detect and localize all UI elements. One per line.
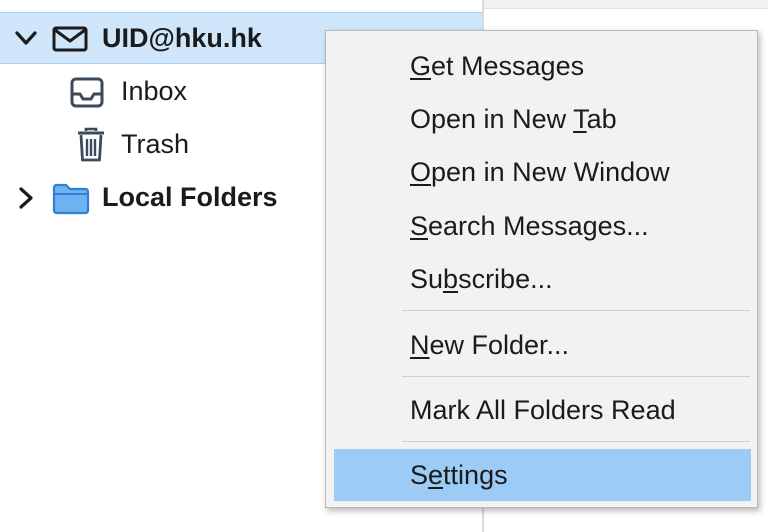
menu-item-label: Open in New Window: [410, 156, 670, 187]
menu-item-label: Subscribe...: [410, 263, 553, 294]
menu-item-new-folder[interactable]: New Folder...: [334, 320, 751, 370]
inbox-icon: [70, 77, 104, 108]
menu-item-get-messages[interactable]: Get Messages: [334, 41, 751, 91]
chevron-right-icon[interactable]: [14, 186, 38, 210]
menu-item-open-new-window[interactable]: Open in New Window: [334, 147, 751, 197]
menu-item-label: New Folder...: [410, 329, 570, 360]
menu-item-search-messages[interactable]: Search Messages...: [334, 201, 751, 251]
menu-item-label: Settings: [410, 459, 508, 490]
menu-item-mark-all-read[interactable]: Mark All Folders Read: [334, 385, 751, 435]
trash-label: Trash: [121, 129, 190, 159]
menu-separator: [402, 310, 750, 311]
menu-separator: [402, 441, 750, 442]
account-label: UID@hku.hk: [102, 23, 262, 53]
menu-separator: [402, 376, 750, 377]
menu-item-label: Get Messages: [410, 50, 585, 81]
chevron-down-icon[interactable]: [14, 26, 38, 50]
trash-icon: [78, 127, 104, 162]
inbox-label: Inbox: [121, 76, 188, 106]
menu-item-label: Search Messages...: [410, 210, 649, 241]
menu-item-open-new-tab[interactable]: Open in New Tab: [334, 94, 751, 144]
menu-item-label: Mark All Folders Read: [410, 394, 676, 425]
context-menu: Get Messages Open in New Tab Open in New…: [325, 30, 758, 508]
message-pane-header: [484, 0, 768, 9]
menu-item-label: Open in New Tab: [410, 103, 617, 134]
menu-item-subscribe[interactable]: Subscribe...: [334, 254, 751, 304]
folder-icon: [52, 183, 90, 215]
envelope-icon: [52, 26, 88, 52]
menu-item-settings[interactable]: Settings: [334, 449, 751, 501]
local-folders-label: Local Folders: [102, 182, 278, 212]
